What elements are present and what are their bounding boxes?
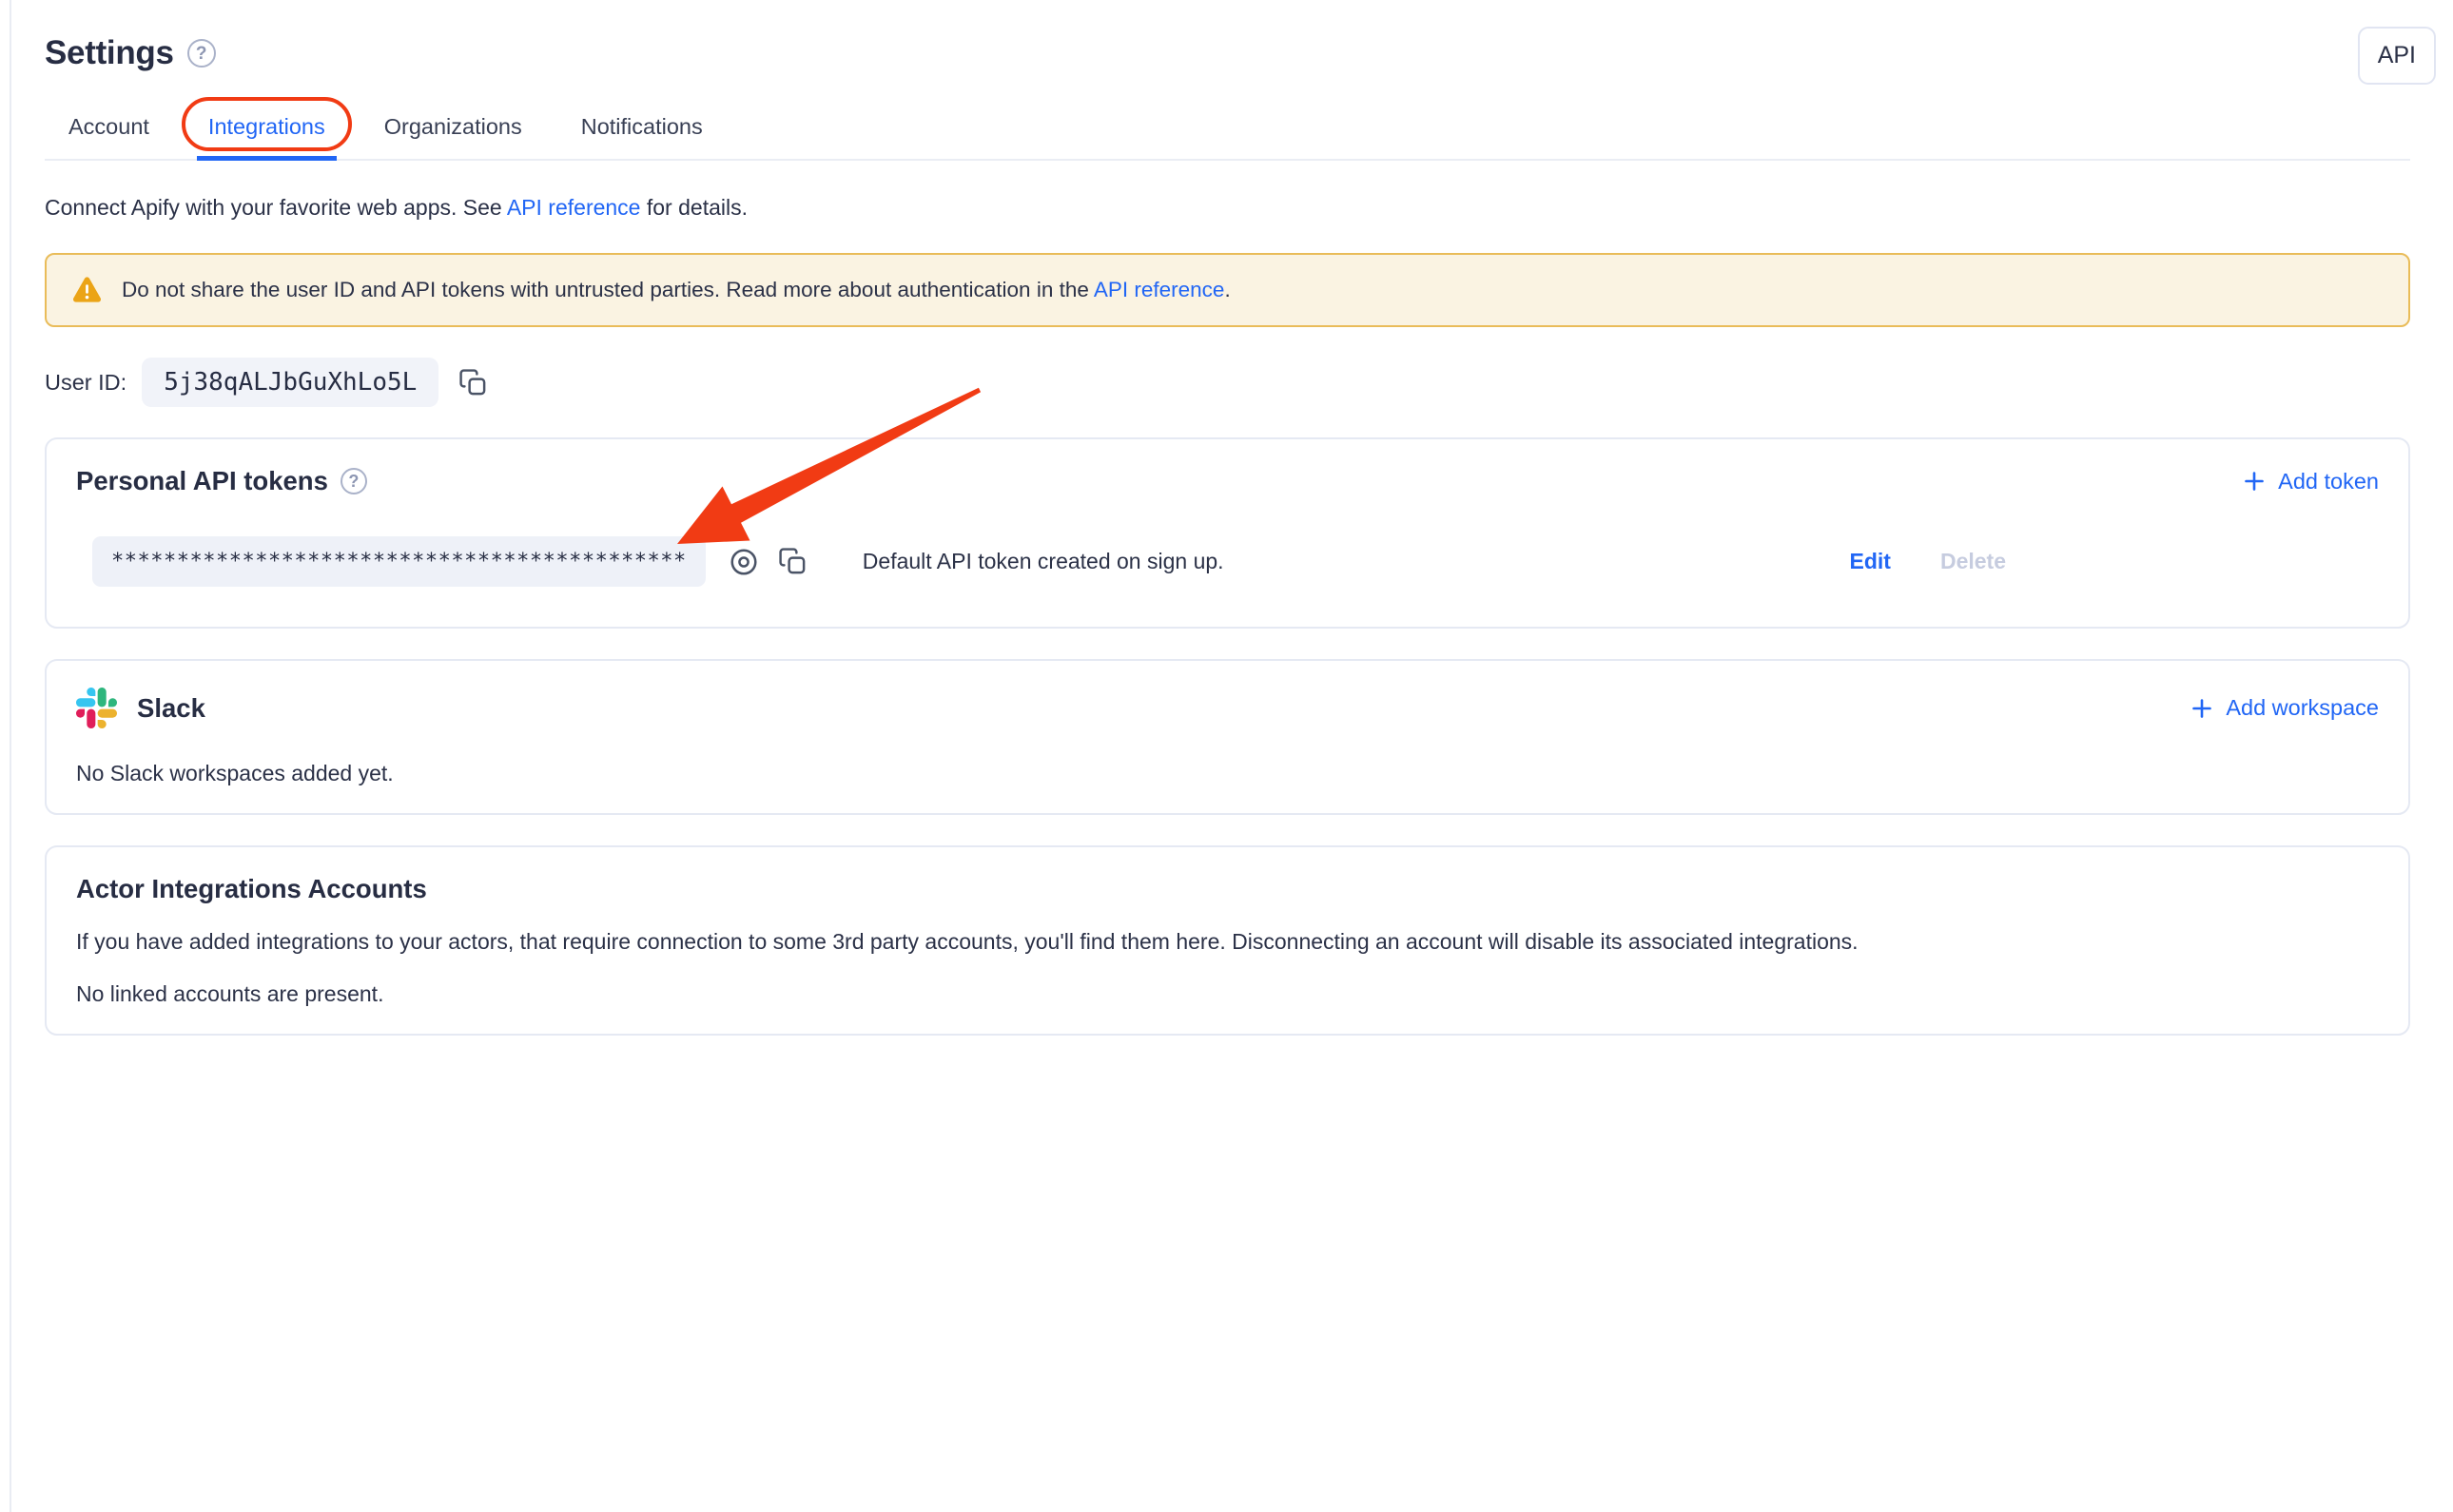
tab-account[interactable]: Account (67, 103, 151, 159)
warning-api-reference-link[interactable]: API reference (1094, 278, 1225, 301)
actor-integrations-description: If you have added integrations to your a… (76, 929, 2379, 955)
personal-api-tokens-title: Personal API tokens ? (76, 466, 367, 496)
copy-user-id-button[interactable] (458, 368, 488, 397)
slack-heading: Slack (137, 693, 205, 724)
token-description: Default API token created on sign up. (863, 549, 1224, 574)
copy-token-button[interactable] (778, 547, 808, 576)
api-reference-link[interactable]: API reference (507, 195, 641, 220)
masked-token-value: ****************************************… (92, 536, 706, 587)
tab-integrations[interactable]: Integrations (206, 103, 327, 159)
add-token-button[interactable]: Add token (2243, 469, 2379, 494)
help-icon[interactable]: ? (187, 39, 216, 68)
intro-text-after: for details. (640, 195, 748, 220)
warning-icon (72, 277, 102, 303)
settings-tabs: Account Integrations Organizations Notif… (45, 103, 2410, 161)
page-header: Settings ? (45, 0, 2410, 72)
add-workspace-label: Add workspace (2226, 695, 2379, 721)
tab-organizations[interactable]: Organizations (382, 103, 524, 159)
intro-text: Connect Apify with your favorite web app… (45, 195, 2410, 221)
personal-api-tokens-card: Personal API tokens ? Add token ********… (45, 437, 2410, 629)
settings-page: API Settings ? Account Integrations Orga… (0, 0, 2453, 1512)
slack-logo-icon (76, 688, 117, 728)
slack-empty-text: No Slack workspaces added yet. (76, 761, 2379, 786)
intro-text-before: Connect Apify with your favorite web app… (45, 195, 507, 220)
actor-integrations-card: Actor Integrations Accounts If you have … (45, 845, 2410, 1036)
eye-icon (729, 547, 759, 577)
actor-integrations-empty-text: No linked accounts are present. (76, 981, 2379, 1007)
warning-text: Do not share the user ID and API tokens … (122, 278, 1231, 302)
slack-title: Slack (76, 688, 205, 728)
warning-banner: Do not share the user ID and API tokens … (45, 253, 2410, 327)
delete-token-button[interactable]: Delete (1940, 549, 2006, 574)
help-icon[interactable]: ? (341, 468, 367, 494)
user-id-value: 5j38qALJbGuXhLo5L (142, 358, 438, 407)
plus-icon (2243, 470, 2266, 493)
copy-icon (458, 368, 488, 397)
page-title: Settings (45, 34, 174, 72)
warning-text-before: Do not share the user ID and API tokens … (122, 278, 1094, 301)
tab-integrations-label: Integrations (208, 114, 325, 139)
warning-text-after: . (1224, 278, 1230, 301)
active-tab-underline (197, 156, 337, 161)
actor-integrations-title: Actor Integrations Accounts (76, 874, 2379, 904)
token-row: ****************************************… (76, 536, 2379, 587)
user-id-label: User ID: (45, 370, 127, 396)
slack-card: Slack Add workspace No Slack workspaces … (45, 659, 2410, 815)
personal-api-tokens-heading: Personal API tokens (76, 466, 328, 496)
user-id-row: User ID: 5j38qALJbGuXhLo5L (45, 358, 2410, 407)
tab-notifications[interactable]: Notifications (579, 103, 705, 159)
add-workspace-button[interactable]: Add workspace (2190, 695, 2379, 721)
add-token-label: Add token (2278, 469, 2379, 494)
plus-icon (2190, 697, 2213, 720)
edit-token-button[interactable]: Edit (1850, 549, 1891, 574)
view-token-button[interactable] (729, 547, 759, 577)
copy-icon (778, 547, 808, 576)
